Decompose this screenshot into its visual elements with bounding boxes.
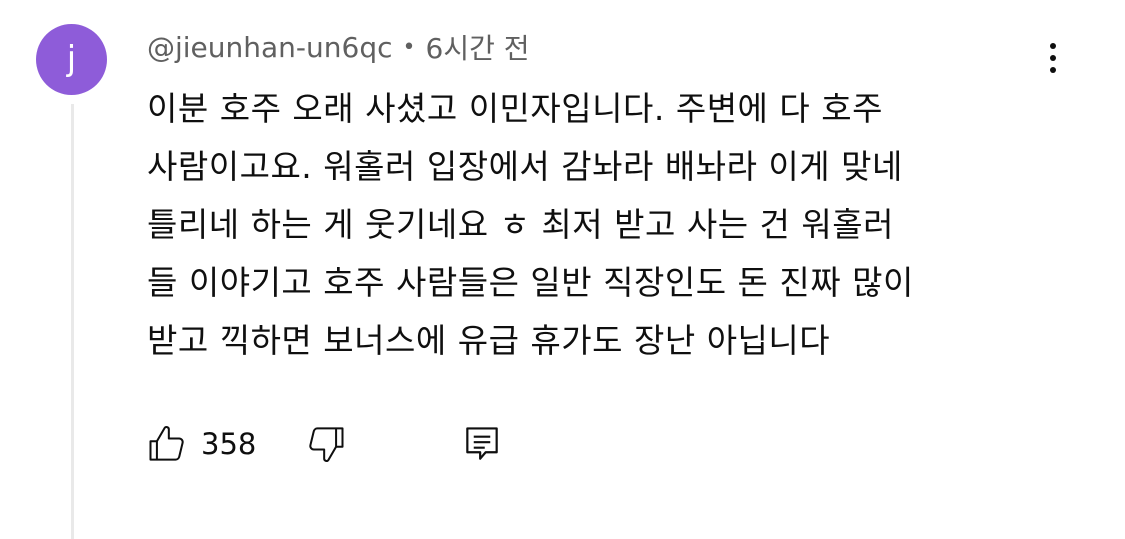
comment-line: 사람이고요. 워홀러 입장에서 감놔라 배놔라 이게 맞네 xyxy=(147,147,903,186)
more-vert-icon-dot xyxy=(1050,55,1056,61)
reply-button[interactable] xyxy=(460,422,504,466)
more-vert-icon xyxy=(1050,43,1056,49)
comment-line: 이분 호주 오래 사셨고 이민자입니다. 주변에 다 호주 xyxy=(147,89,883,128)
more-vert-icon-dot xyxy=(1050,67,1056,73)
dislike-button[interactable] xyxy=(304,422,348,466)
avatar-letter: j xyxy=(66,39,77,79)
thumbs-up-icon xyxy=(149,426,184,461)
comment-actions: 358 xyxy=(145,420,504,468)
author-name[interactable]: @jieunhan-un6qc xyxy=(147,31,393,64)
separator-dot: • xyxy=(402,34,416,60)
comment-header: @jieunhan-un6qc • 6시간 전 xyxy=(147,27,530,67)
thread-line xyxy=(71,104,74,539)
more-options-button[interactable] xyxy=(1035,36,1071,80)
thumbs-down-icon xyxy=(309,427,344,462)
timestamp[interactable]: 6시간 전 xyxy=(426,27,530,67)
like-count: 358 xyxy=(201,427,257,461)
comment-icon xyxy=(466,427,499,460)
avatar[interactable]: j xyxy=(36,24,107,95)
comment-line: 틀리네 하는 게 웃기네요 ㅎ 최저 받고 사는 건 워홀러 xyxy=(147,205,894,244)
comment-text: 이분 호주 오래 사셨고 이민자입니다. 주변에 다 호주 사람이고요. 워홀러… xyxy=(147,80,1047,370)
like-button[interactable] xyxy=(145,422,189,466)
comment-line: 받고 끽하면 보너스에 유급 휴가도 장난 아닙니다 xyxy=(147,321,831,360)
comment-line: 들 이야기고 호주 사람들은 일반 직장인도 돈 진짜 많이 xyxy=(147,263,914,302)
